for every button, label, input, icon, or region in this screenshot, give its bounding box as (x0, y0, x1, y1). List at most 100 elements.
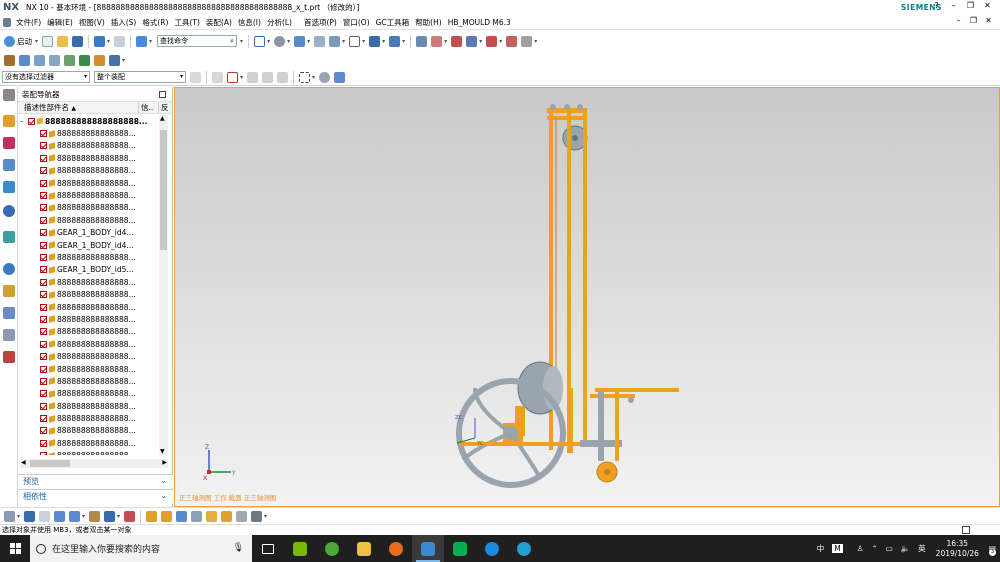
menu-preferences[interactable]: 首选项(P) (301, 17, 340, 28)
scroll-thumb[interactable] (160, 130, 167, 250)
link-icon[interactable] (206, 510, 218, 522)
tree-row[interactable]: GEAR_1_BODY_id4... (18, 227, 158, 239)
tree-row[interactable]: 888888888888888... (18, 412, 158, 424)
part-navigator-tab-icon[interactable] (3, 159, 15, 171)
assembly-navigator-tab-icon[interactable] (3, 115, 15, 127)
open-folder-icon[interactable] (57, 35, 69, 47)
layout-dropdown-icon[interactable]: ▾ (267, 38, 270, 45)
command-search-input[interactable]: 查找命令 ⌕ (157, 35, 238, 47)
process-studio-icon[interactable] (3, 285, 15, 297)
chevron-down-icon[interactable]: ⌄ (160, 476, 167, 485)
tree-row[interactable]: 888888888888888... (18, 437, 158, 449)
notification-center-icon[interactable]: ▤3 (989, 544, 996, 556)
taskbar-browser-360[interactable] (316, 535, 348, 562)
tree-row[interactable]: 888888888888888... (18, 326, 158, 338)
menu-tools[interactable]: 工具(T) (171, 17, 202, 28)
taskbar-media-player[interactable] (508, 535, 540, 562)
add-component-icon[interactable] (24, 510, 36, 522)
microphone-icon[interactable]: 🎙 (233, 543, 244, 553)
scroll-up-icon[interactable]: ▲ (160, 115, 165, 122)
tree-row[interactable]: GEAR_1_BODY_id5... (18, 264, 158, 276)
graphics-window[interactable]: ZC YC Z Y X 正三轴测图 工作 截面 正三轴测图 (174, 87, 1000, 507)
help-button[interactable]: ? (928, 1, 945, 10)
shaded-cube-icon[interactable] (294, 35, 306, 47)
task-view-button[interactable] (252, 535, 284, 562)
reuse-library-tab-icon[interactable] (3, 181, 15, 193)
brush-dropdown-icon[interactable]: ▾ (17, 513, 20, 520)
sketch-icon[interactable] (4, 54, 15, 66)
block-icon[interactable] (49, 54, 60, 66)
wcs-icon[interactable] (416, 35, 428, 47)
background-dropdown-icon[interactable]: ▾ (362, 38, 365, 45)
start-dropdown-icon[interactable]: ▾ (35, 38, 38, 45)
navigator-horizontal-scrollbar[interactable]: ◀ ▶ (20, 459, 168, 468)
dimension-icon[interactable] (521, 35, 533, 47)
pattern-dropdown-icon[interactable]: ▾ (122, 57, 125, 64)
menu-edit[interactable]: 编辑(E) (44, 17, 76, 28)
tree-row[interactable]: 888888888888888... (18, 202, 158, 214)
visibility-checkbox[interactable] (40, 415, 47, 423)
dimension-dropdown-icon[interactable]: ▾ (534, 38, 537, 45)
measure-distance-icon[interactable] (486, 35, 498, 47)
taskbar-file-explorer[interactable] (348, 535, 380, 562)
replace-dropdown-icon[interactable]: ▾ (117, 513, 120, 520)
start-button[interactable] (0, 535, 30, 562)
new-component-icon[interactable] (39, 510, 51, 522)
document-menu-icon[interactable] (3, 17, 11, 27)
visibility-checkbox[interactable] (40, 377, 47, 385)
doc-minimize-button[interactable]: – (951, 16, 966, 25)
hscroll-thumb[interactable] (30, 460, 70, 467)
navigator-vertical-scrollbar[interactable]: ▲ ▼ (159, 115, 168, 455)
tree-row[interactable]: 888888888888888... (18, 152, 158, 164)
visibility-checkbox[interactable] (40, 278, 47, 286)
tree-row[interactable]: 888888888888888... (18, 140, 158, 152)
visibility-checkbox[interactable] (40, 167, 47, 175)
visibility-checkbox[interactable] (40, 402, 47, 410)
constraint-icon[interactable] (389, 35, 401, 47)
view-layout-icon[interactable] (254, 35, 266, 47)
clip-view-icon[interactable] (329, 35, 341, 47)
snap-quadrant-icon[interactable] (262, 71, 274, 83)
menu-assembly[interactable]: 装配(A) (203, 17, 235, 28)
column-header-extra[interactable]: 反 (158, 102, 170, 113)
start-icon[interactable] (4, 35, 15, 47)
snap-midpoint-icon[interactable] (227, 71, 238, 83)
taskbar-clock[interactable]: 16:35 2019/10/26 (936, 539, 979, 559)
orient-dropdown-icon[interactable]: ▾ (287, 38, 290, 45)
tree-row[interactable]: 888888888888888... (18, 388, 158, 400)
undo-dropdown-icon[interactable]: ▾ (107, 38, 110, 45)
doc-close-button[interactable]: ✕ (981, 16, 996, 25)
visibility-checkbox[interactable] (40, 192, 47, 200)
select-mode-dropdown-icon[interactable]: ▾ (312, 74, 315, 81)
gear-icon[interactable] (3, 89, 15, 101)
filter-dropdown-icon[interactable]: ▾ (479, 38, 482, 45)
new-file-icon[interactable] (42, 35, 54, 47)
search-icon[interactable]: ⌕ (230, 36, 234, 46)
visibility-checkbox[interactable] (40, 353, 47, 361)
clearance-icon[interactable] (176, 510, 188, 522)
tree-row[interactable]: 888888888888888... (18, 189, 158, 201)
tree-row[interactable]: 888888888888888... (18, 177, 158, 189)
close-button[interactable]: ✕ (979, 1, 996, 10)
tree-root-row[interactable]: – 888888888888888888... (18, 115, 158, 127)
tree-row[interactable]: 888888888888888... (18, 313, 158, 325)
tree-row[interactable]: 888888888888888... (18, 214, 158, 226)
show-hide-icon[interactable] (319, 71, 331, 83)
visibility-checkbox[interactable] (40, 340, 47, 348)
select-all-icon[interactable] (190, 71, 201, 83)
move-component-icon[interactable] (369, 35, 381, 47)
render-dropdown-icon[interactable]: ▾ (307, 38, 310, 45)
visibility-checkbox[interactable] (40, 365, 47, 373)
hole-icon[interactable] (94, 54, 105, 66)
doc-restore-button[interactable]: ❐ (966, 16, 981, 25)
visibility-checkbox[interactable] (40, 253, 47, 261)
ime-mode-icon[interactable]: 英 (918, 543, 926, 554)
visibility-checkbox[interactable] (40, 229, 47, 237)
tree-row[interactable]: 888888888888888... (18, 127, 158, 139)
menu-file[interactable]: 文件(F) (13, 17, 44, 28)
visibility-checkbox[interactable] (40, 241, 47, 249)
web-browser-tab-icon[interactable] (3, 205, 15, 217)
minimize-button[interactable]: – (945, 1, 962, 10)
manufacturing-wizard-icon[interactable] (3, 307, 15, 319)
dependency-panel-header[interactable]: 相依性 ⌄ (18, 489, 173, 503)
